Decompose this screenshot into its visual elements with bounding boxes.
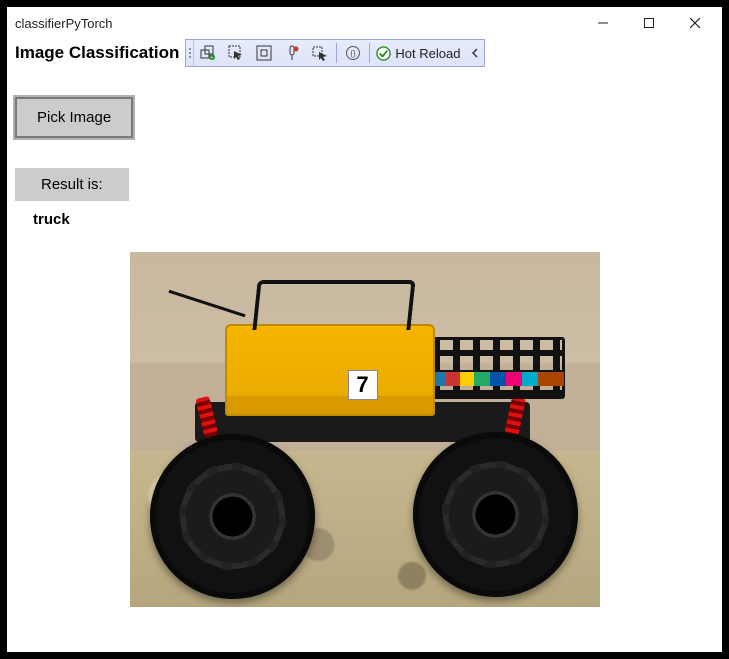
maximize-button[interactable] xyxy=(626,7,672,39)
toolbar-grip[interactable] xyxy=(186,40,194,66)
select-element-icon xyxy=(228,45,244,61)
toolbar-separator xyxy=(369,43,370,63)
toolbar-separator xyxy=(336,43,337,63)
display-layout-adorners-icon xyxy=(256,45,272,61)
classified-image: 7 xyxy=(130,252,600,607)
select-element-button[interactable] xyxy=(222,40,250,66)
app-window: classifierPyTorch Image Classification xyxy=(7,7,722,652)
close-button[interactable] xyxy=(672,7,718,39)
window-controls xyxy=(580,7,718,39)
svg-text:{}: {} xyxy=(351,49,357,58)
page-title: Image Classification xyxy=(15,43,179,63)
result-label: Result is: xyxy=(15,168,129,201)
image-area: 7 xyxy=(15,252,714,607)
hot-reload-button[interactable]: Hot Reload xyxy=(372,40,466,66)
hot-reload-check-icon xyxy=(376,46,391,61)
hot-reload-label: Hot Reload xyxy=(395,46,460,61)
collapse-toolbar-button[interactable] xyxy=(466,40,484,66)
debug-toolbar: + xyxy=(185,39,485,67)
live-visual-tree-icon: + xyxy=(200,45,216,61)
close-icon xyxy=(689,17,701,29)
truck-number-plate: 7 xyxy=(348,370,378,400)
result-value: truck xyxy=(33,211,714,228)
header-row: Image Classification + xyxy=(15,39,714,67)
display-layout-adorners-button[interactable] xyxy=(250,40,278,66)
minimize-button[interactable] xyxy=(580,7,626,39)
chevron-left-icon xyxy=(470,48,480,58)
svg-text:+: + xyxy=(211,55,214,61)
titlebar: classifierPyTorch xyxy=(7,7,722,39)
track-focused-element-icon xyxy=(284,45,300,61)
toggle-selection-button[interactable] xyxy=(306,40,334,66)
xaml-binding-failures-icon: {} xyxy=(345,45,361,61)
track-focused-element-button[interactable] xyxy=(278,40,306,66)
content-area: Image Classification + xyxy=(7,39,722,652)
maximize-icon xyxy=(643,17,655,29)
live-visual-tree-button[interactable]: + xyxy=(194,40,222,66)
pick-image-button[interactable]: Pick Image xyxy=(15,97,133,138)
xaml-binding-failures-button[interactable]: {} xyxy=(339,40,367,66)
window-title: classifierPyTorch xyxy=(15,16,580,31)
minimize-icon xyxy=(597,17,609,29)
toggle-selection-icon xyxy=(312,45,328,61)
